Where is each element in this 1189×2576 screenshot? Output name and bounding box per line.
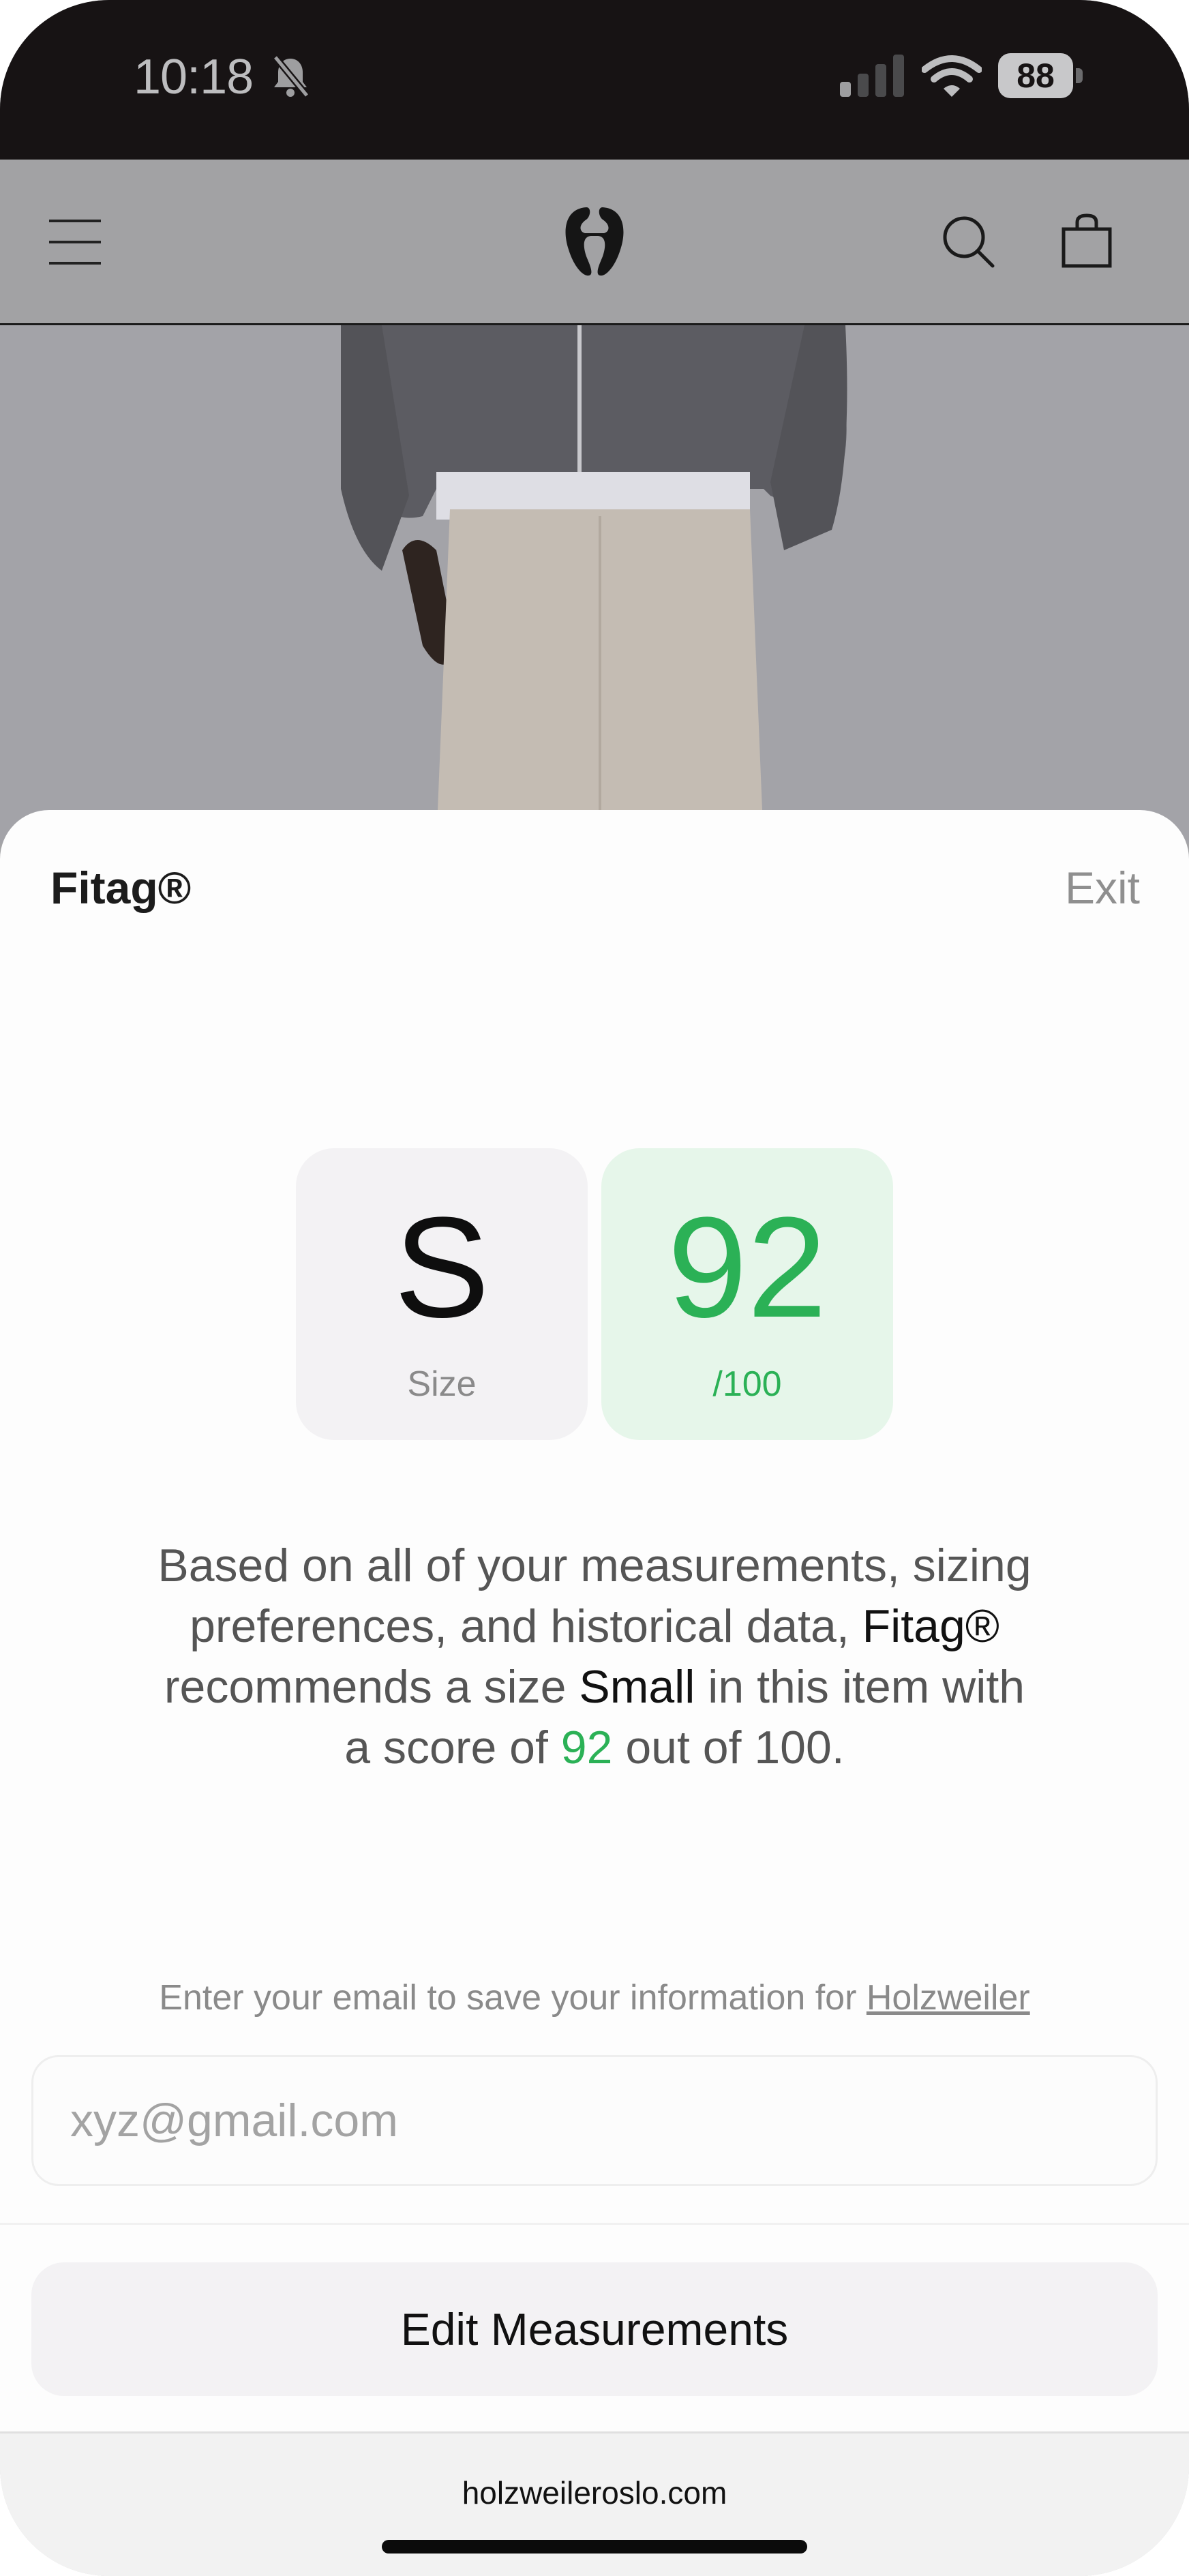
bag-icon[interactable]: [1061, 213, 1113, 269]
wifi-icon: [922, 55, 982, 97]
score-label: /100: [712, 1364, 782, 1404]
menu-icon[interactable]: [49, 220, 101, 265]
size-label: Size: [407, 1364, 477, 1404]
holzweiler-link[interactable]: Holzweiler: [867, 1978, 1030, 2018]
recommended-score: 92: [560, 1722, 613, 1773]
url-text[interactable]: holzweileroslo.com: [0, 2474, 1189, 2511]
score-value: 92: [667, 1187, 827, 1347]
browser-address-bar: holzweileroslo.com: [0, 2431, 1189, 2576]
product-photo: [0, 325, 1189, 843]
home-indicator[interactable]: [382, 2540, 807, 2553]
score-card: 92 /100: [601, 1148, 893, 1440]
email-prompt: Enter your email to save your informatio…: [159, 1978, 1030, 2018]
brand-logo[interactable]: [559, 202, 630, 281]
site-header: [0, 160, 1189, 325]
status-time: 10:18: [134, 50, 254, 104]
search-icon[interactable]: [941, 214, 995, 269]
status-bar: 10:18 88: [0, 0, 1189, 160]
size-card: S Size: [296, 1148, 588, 1440]
exit-button[interactable]: Exit: [1065, 862, 1140, 914]
edit-measurements-button[interactable]: Edit Measurements: [31, 2262, 1158, 2396]
battery-level: 88: [998, 53, 1073, 98]
battery-icon: 88: [998, 53, 1085, 98]
fitag-sheet: Fitag® Exit S Size 92 /100 Based on all …: [0, 810, 1189, 2576]
phone-screen: 10:18 88 Fitag® Exit S Size 92 /100 Base…: [0, 0, 1189, 2576]
email-input[interactable]: [31, 2055, 1158, 2186]
recommendation-text: Based on all of your measurements, sizin…: [157, 1540, 1032, 1773]
sheet-title: Fitag®: [50, 863, 192, 913]
recommended-size: Small: [579, 1661, 695, 1713]
bell-off-icon: [273, 55, 310, 98]
divider: [0, 2223, 1189, 2225]
signal-icon: [840, 55, 904, 97]
product-image: [0, 325, 1189, 843]
size-value: S: [393, 1187, 490, 1347]
brand-name: Fitag®: [862, 1600, 999, 1652]
